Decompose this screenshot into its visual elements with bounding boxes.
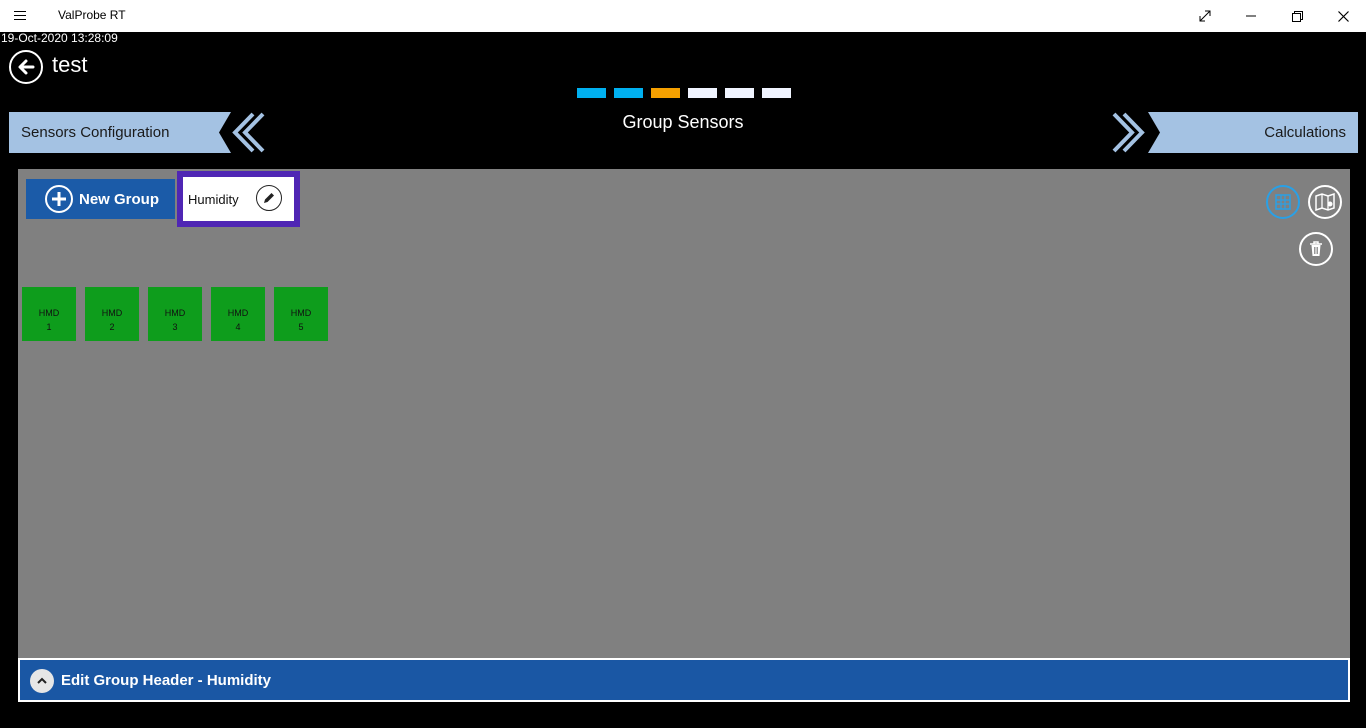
sensor-type: HMD bbox=[38, 308, 60, 318]
new-group-label: New Group bbox=[79, 190, 160, 208]
wizard-progress bbox=[577, 88, 791, 98]
wizard-step bbox=[577, 88, 606, 98]
chevron-left-icon bbox=[219, 112, 269, 153]
restore-icon[interactable] bbox=[1274, 0, 1320, 32]
wizard-step bbox=[725, 88, 754, 98]
sensor-tile[interactable]: HMD 4 bbox=[211, 287, 265, 341]
group-tab-label: Humidity bbox=[188, 191, 239, 207]
sensor-number: 4 bbox=[235, 322, 241, 332]
timestamp: 19-Oct-2020 13:28:09 bbox=[1, 31, 118, 45]
sensor-tile[interactable]: HMD 3 bbox=[148, 287, 202, 341]
sensor-type: HMD bbox=[227, 308, 249, 318]
sensor-tile[interactable]: HMD 5 bbox=[274, 287, 328, 341]
sensor-tile[interactable]: HMD 2 bbox=[85, 287, 139, 341]
minimize-icon[interactable] bbox=[1228, 0, 1274, 32]
window-titlebar: ValProbe RT bbox=[0, 0, 1366, 32]
current-step-title: Group Sensors bbox=[622, 112, 744, 132]
close-icon[interactable] bbox=[1320, 0, 1366, 32]
sensor-type: HMD bbox=[290, 308, 312, 318]
wizard-step bbox=[651, 88, 680, 98]
hamburger-icon[interactable] bbox=[14, 8, 32, 24]
chevron-up-icon[interactable] bbox=[30, 669, 54, 693]
chevron-right-icon bbox=[1110, 112, 1160, 153]
trash-icon[interactable] bbox=[1299, 232, 1333, 266]
arrow-left-icon bbox=[18, 59, 35, 75]
edit-group-header-label: Edit Group Header - Humidity bbox=[61, 672, 272, 689]
group-panel: New Group Humidity HMD 1 HMD 2 HMD 3 HMD… bbox=[18, 169, 1350, 659]
plus-circle-icon bbox=[45, 185, 73, 213]
sensor-number: 5 bbox=[298, 322, 304, 332]
sensor-type: HMD bbox=[101, 308, 123, 318]
sensor-number: 1 bbox=[46, 322, 52, 332]
sensor-number: 3 bbox=[172, 322, 178, 332]
sensor-type: HMD bbox=[164, 308, 186, 318]
next-step-button[interactable]: Calculations bbox=[1110, 112, 1358, 153]
wizard-step bbox=[614, 88, 643, 98]
wizard-step bbox=[688, 88, 717, 98]
grid-icon[interactable] bbox=[1266, 185, 1300, 219]
prev-step-button[interactable]: Sensors Configuration bbox=[9, 112, 269, 153]
expand-icon[interactable] bbox=[1182, 0, 1228, 32]
next-step-label: Calculations bbox=[1264, 124, 1346, 141]
app-title: ValProbe RT bbox=[58, 8, 126, 22]
new-group-button[interactable]: New Group bbox=[26, 179, 175, 219]
sensor-tile[interactable]: HMD 1 bbox=[22, 287, 76, 341]
wizard-step bbox=[762, 88, 791, 98]
prev-step-label: Sensors Configuration bbox=[21, 124, 170, 141]
back-button[interactable] bbox=[9, 50, 43, 84]
edit-group-header-bar[interactable]: Edit Group Header - Humidity bbox=[18, 658, 1350, 702]
map-icon[interactable] bbox=[1308, 185, 1342, 219]
page-title: test bbox=[52, 52, 88, 77]
pencil-icon[interactable] bbox=[256, 185, 282, 211]
group-tab-humidity[interactable]: Humidity bbox=[177, 171, 300, 227]
sensor-number: 2 bbox=[109, 322, 115, 332]
